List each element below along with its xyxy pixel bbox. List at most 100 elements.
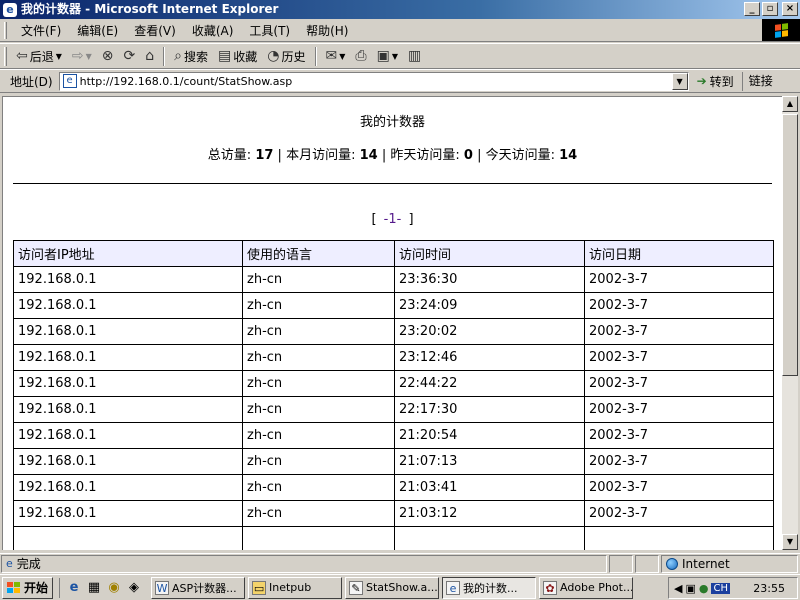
task-inetpub[interactable]: ▭ Inetpub [248, 576, 343, 599]
menu-help[interactable]: 帮助(H) [298, 22, 356, 39]
toolbar-separator [314, 46, 317, 66]
visit-stats: 总访量: 17 | 本月访问量: 14 | 昨天访问量: 0 | 今天访问量: … [3, 146, 782, 166]
start-button[interactable]: 开始 [2, 576, 54, 599]
windows-logo-icon [762, 19, 800, 41]
mail-icon: ✉ [325, 48, 338, 64]
address-input[interactable]: e http://192.168.0.1/count/StatShow.asp … [58, 71, 689, 91]
yesterday-value: 0 [463, 148, 473, 163]
favorites-button[interactable]: ▤ 收藏 [214, 45, 261, 67]
cell-date: 2002-3-7 [584, 474, 774, 501]
menubar-grip[interactable] [4, 21, 7, 39]
cell-language: zh-cn [242, 370, 395, 397]
back-label: 后退 [29, 49, 54, 64]
globe-icon [666, 557, 678, 570]
favorites-icon: ▤ [218, 48, 232, 64]
zone-text: Internet [682, 556, 730, 571]
cell-time [394, 526, 585, 550]
vertical-scrollbar[interactable]: ▲ ▼ [782, 96, 798, 550]
table-row: 192.168.0.1 zh-cn 22:44:22 2002-3-7 [13, 370, 774, 397]
print-button[interactable]: ⎙ [351, 45, 370, 67]
start-label: 开始 [24, 581, 49, 595]
chevron-down-icon[interactable]: ▼ [392, 52, 398, 61]
cell-ip: 192.168.0.1 [13, 396, 243, 423]
page-link-1[interactable]: -1- [381, 212, 405, 227]
input-method-icon[interactable]: ● [699, 582, 709, 595]
pager-bracket-open: [ [371, 212, 377, 227]
refresh-button[interactable]: ⟳ [120, 45, 140, 67]
task-label: ASP计数器... [172, 581, 237, 595]
menu-file[interactable]: 文件(F) [13, 22, 69, 39]
edit-button[interactable]: ▣ ▼ [373, 45, 402, 67]
network-icon[interactable]: ▣ [685, 582, 695, 595]
search-label: 搜索 [184, 49, 209, 64]
clock[interactable]: 23:55 [753, 582, 785, 595]
ie-page-icon: e [3, 2, 17, 17]
forward-button[interactable]: ⇨ ▼ [68, 45, 96, 67]
cell-date [584, 526, 774, 550]
task-statshow[interactable]: ✎ StatShow.a... [345, 576, 440, 599]
chevron-down-icon[interactable]: ▼ [56, 52, 62, 61]
cell-language: zh-cn [242, 474, 395, 501]
table-header-row: 访问者IP地址 使用的语言 访问时间 访问日期 [13, 240, 774, 267]
toolbar-grip[interactable] [4, 46, 7, 66]
search-button[interactable]: ⌕ 搜索 [170, 45, 212, 67]
month-value: 14 [359, 148, 378, 163]
task-label: Inetpub [269, 581, 312, 594]
task-photoshop[interactable]: ✿ Adobe Phot... [539, 576, 634, 599]
table-row: 192.168.0.1 zh-cn 21:03:12 2002-3-7 [13, 500, 774, 527]
language-indicator[interactable]: CH [711, 582, 730, 594]
scroll-down-button[interactable]: ▼ [782, 534, 798, 550]
maximize-button[interactable]: ▫ [762, 2, 778, 16]
word-doc-icon: W [155, 580, 170, 595]
window-titlebar[interactable]: e 我的计数器 - Microsoft Internet Explorer _ … [0, 0, 800, 19]
address-dropdown-button[interactable]: ▼ [671, 72, 688, 90]
menu-favorites[interactable]: 收藏(A) [184, 22, 242, 39]
task-my-counter[interactable]: e 我的计数... [442, 576, 537, 599]
total-label: 总访量: [207, 148, 252, 163]
menu-view[interactable]: 查看(V) [126, 22, 184, 39]
scroll-thumb[interactable] [782, 114, 798, 376]
volume-icon[interactable]: ◀ [674, 582, 682, 595]
chevron-down-icon[interactable]: ▼ [339, 52, 345, 61]
app-launch-icon[interactable]: ◈ [126, 580, 142, 596]
home-button[interactable]: ⌂ [141, 45, 158, 67]
cell-time: 23:12:46 [394, 344, 585, 371]
discuss-button[interactable]: ▥ [404, 45, 425, 67]
go-button[interactable]: ➔ 转到 [689, 73, 742, 90]
cell-language: zh-cn [242, 422, 395, 449]
minimize-button[interactable]: _ [744, 2, 760, 16]
quick-launch: e ▦ ◉ ◈ [59, 577, 148, 598]
back-button[interactable]: ⇦ 后退 ▼ [12, 45, 66, 67]
stop-icon: ⊗ [101, 48, 114, 64]
cell-ip: 192.168.0.1 [13, 422, 243, 449]
table-row: 192.168.0.1 zh-cn 21:03:41 2002-3-7 [13, 474, 774, 501]
ie-launch-icon[interactable]: e [66, 580, 82, 596]
links-toolbar[interactable]: 链接 [741, 71, 779, 91]
menu-bar: 文件(F) 编辑(E) 查看(V) 收藏(A) 工具(T) 帮助(H) [0, 19, 800, 42]
window-controls: _ ▫ × [744, 2, 798, 16]
menu-tools[interactable]: 工具(T) [241, 22, 298, 39]
address-url[interactable]: http://192.168.0.1/count/StatShow.asp [80, 75, 293, 88]
history-button[interactable]: ◔ 历史 [263, 45, 309, 67]
print-icon: ⎙ [355, 48, 367, 64]
chevron-down-icon[interactable]: ▼ [86, 52, 92, 61]
close-button[interactable]: × [782, 2, 798, 16]
table-row: 192.168.0.1 zh-cn 23:36:30 2002-3-7 [13, 266, 774, 293]
media-icon[interactable]: ◉ [106, 580, 122, 596]
windows-logo-icon [7, 581, 21, 594]
stop-button[interactable]: ⊗ [98, 45, 118, 67]
mail-button[interactable]: ✉ ▼ [322, 45, 350, 67]
stats-divider: | [277, 148, 287, 163]
scroll-up-button[interactable]: ▲ [782, 96, 798, 112]
status-zone: Internet [661, 554, 798, 573]
menu-edit[interactable]: 编辑(E) [69, 22, 126, 39]
table-body: 192.168.0.1 zh-cn 23:36:30 2002-3-7 192.168.… [13, 266, 774, 550]
table-row: 192.168.0.1 zh-cn 23:24:09 2002-3-7 [13, 292, 774, 319]
cell-date: 2002-3-7 [584, 448, 774, 475]
cell-time: 21:03:12 [394, 500, 585, 527]
today-value: 14 [559, 148, 578, 163]
show-desktop-icon[interactable]: ▦ [86, 580, 102, 596]
table-row: 192.168.0.1 zh-cn 23:12:46 2002-3-7 [13, 344, 774, 371]
task-asp-counter[interactable]: W ASP计数器... [151, 576, 246, 599]
header-language: 使用的语言 [242, 240, 395, 267]
